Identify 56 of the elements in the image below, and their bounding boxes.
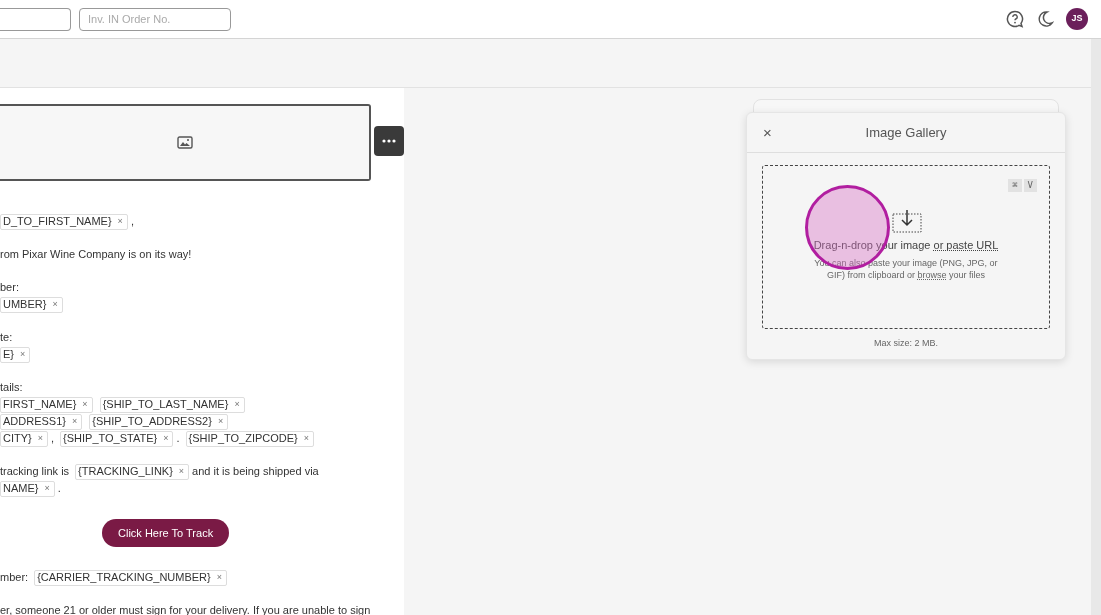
body-text: ber: [0,280,19,295]
remove-tag-button[interactable]: × [117,213,123,230]
remove-tag-button[interactable]: × [216,569,222,586]
remove-tag-button[interactable]: × [52,296,58,313]
scrollbar[interactable] [1091,39,1101,615]
merge-tag[interactable]: D_TO_FIRST_NAME} × [0,213,128,230]
merge-tag[interactable]: FIRST_NAME} × [0,396,93,413]
user-avatar[interactable]: JS [1066,8,1088,30]
more-options-button[interactable] [374,126,404,156]
merge-tag[interactable]: {SHIP_TO_STATE} × [60,430,174,447]
key-cap: ⌘ [1008,179,1022,192]
key-cap: V [1023,179,1037,192]
remove-tag-button[interactable]: × [72,413,78,430]
body-text: tails: [0,380,23,395]
body-text: rom Pixar Wine Company is on its way! [0,247,192,262]
merge-tag[interactable]: {SHIP_TO_ADDRESS2} × [89,413,229,430]
search-field[interactable]: Inv. IN Order No. [79,7,231,31]
browse-link[interactable]: browse [917,269,947,280]
body-text: , [130,214,134,229]
body-text: , [51,431,55,446]
body-text: . [57,481,61,496]
merge-tag[interactable]: UMBER} × [0,296,63,313]
search-field[interactable] [0,7,71,31]
download-icon [892,209,922,233]
merge-tag[interactable]: {SHIP_TO_LAST_NAME} × [99,396,245,413]
moon-icon[interactable] [1036,10,1054,28]
image-placeholder[interactable] [0,104,372,181]
merge-tag[interactable]: CITY} × [0,430,48,447]
more-icon [382,139,397,143]
remove-tag-button[interactable]: × [163,430,169,447]
remove-tag-button[interactable]: × [178,463,185,480]
remove-tag-button[interactable]: × [234,396,240,413]
dialog-title: Image Gallery [865,123,947,142]
remove-tag-button[interactable]: × [37,430,43,447]
body-text: mber: [0,570,29,585]
remove-tag-button[interactable]: × [82,396,88,413]
merge-tag[interactable]: {CARRIER_TRACKING_NUMBER} × [34,569,227,586]
track-button[interactable]: Click Here To Track [102,519,230,547]
body-text: tracking link is [0,464,70,479]
merge-tag[interactable]: NAME} × [0,480,55,497]
remove-tag-button[interactable]: × [44,480,50,497]
paste-url-link[interactable]: or paste URL [933,239,999,251]
help-icon[interactable] [1006,10,1024,28]
close-button[interactable]: × [763,125,772,140]
body-text: te: [0,330,13,345]
merge-tag[interactable]: ADDRESS1} × [0,413,83,430]
remove-tag-button[interactable]: × [303,430,310,447]
remove-tag-button[interactable]: × [20,346,26,363]
merge-tag[interactable]: {SHIP_TO_ZIPCODE} × [185,430,315,447]
body-text: and it is being shipped via [192,464,319,479]
max-size-note: Max size: 2 MB. [873,337,939,350]
image-icon [176,136,193,149]
merge-tag[interactable]: {TRACKING_LINK} × [75,463,190,480]
remove-tag-button[interactable]: × [217,413,224,430]
body-text: . [176,431,180,446]
merge-tag[interactable]: E} × [0,346,31,363]
